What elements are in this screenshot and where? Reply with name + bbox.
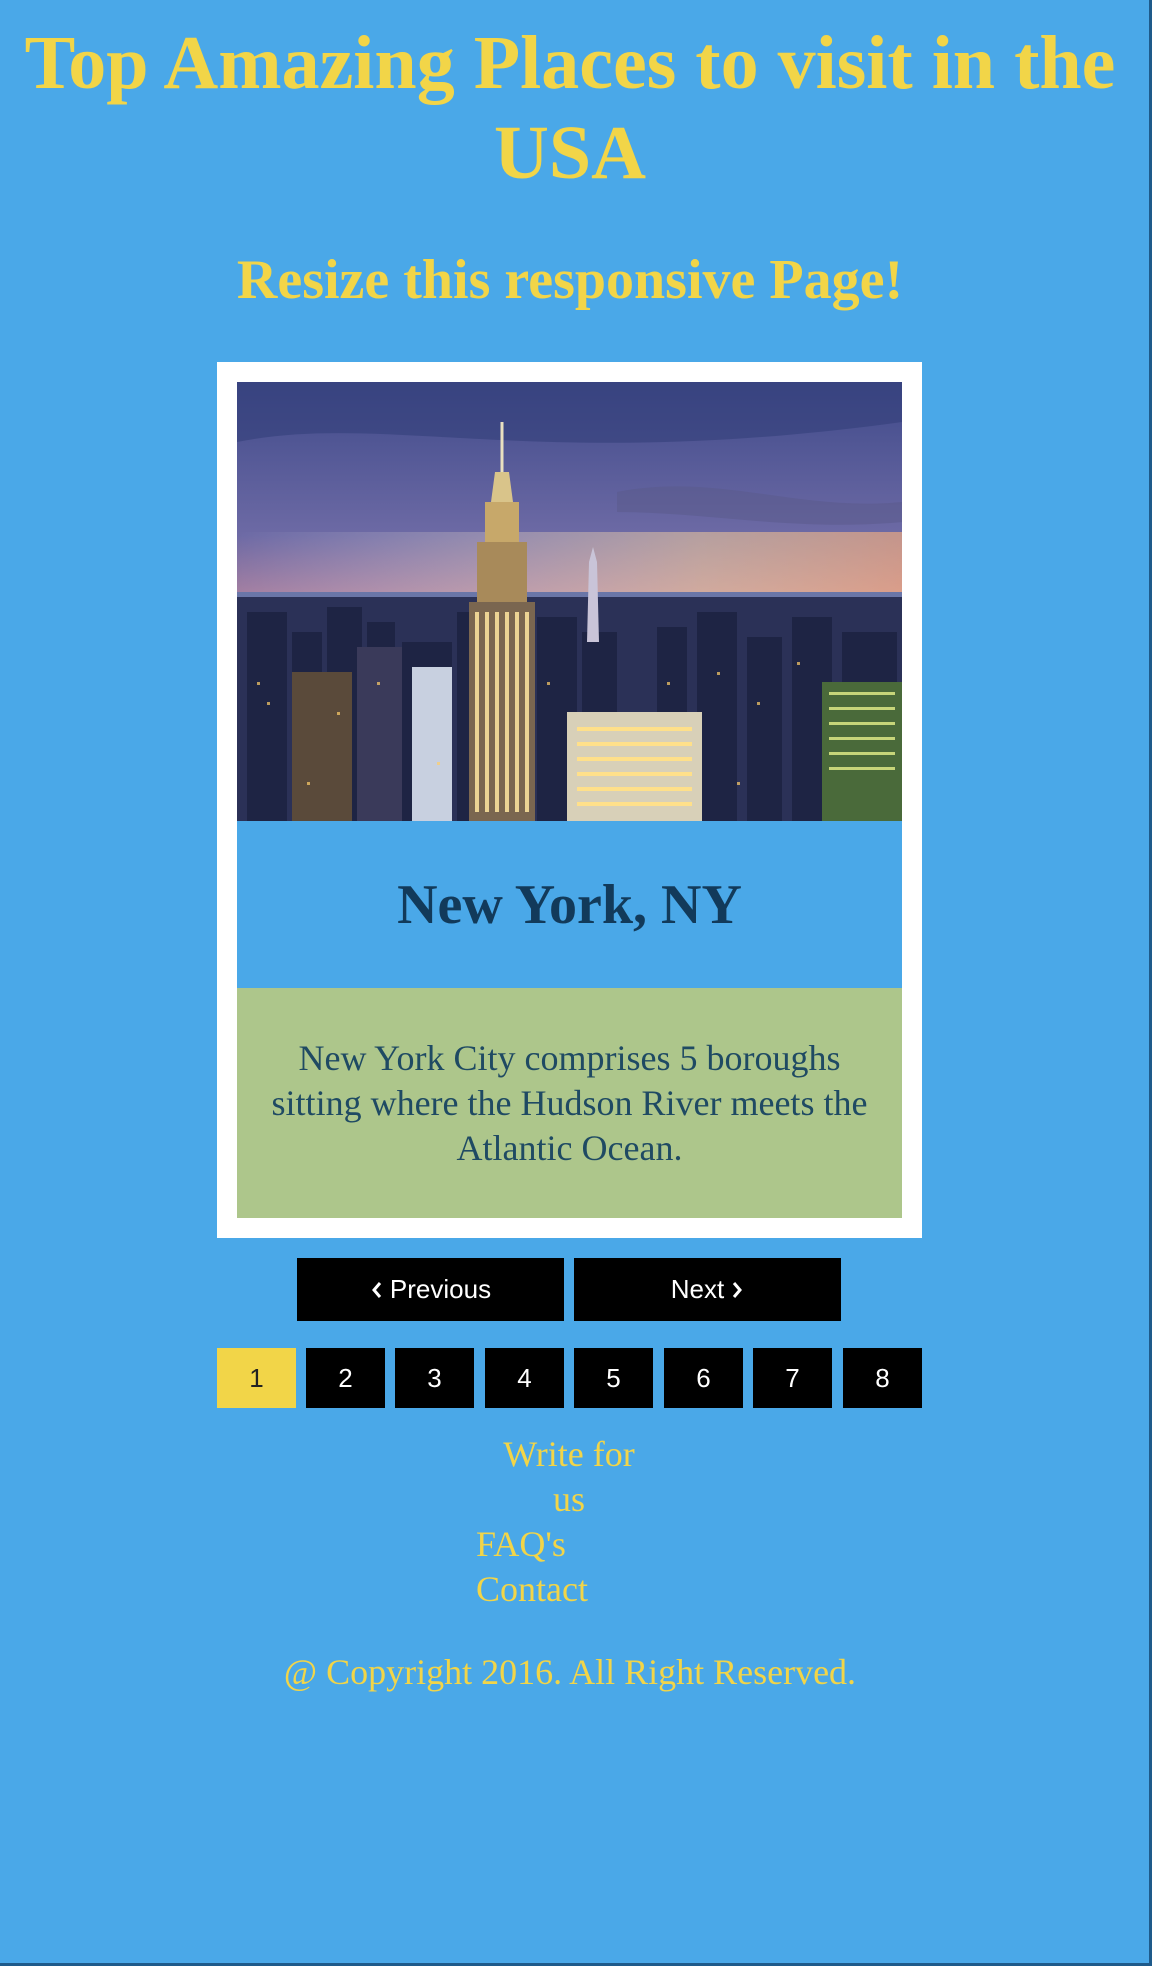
contact-link[interactable]: Contact xyxy=(476,1567,588,1612)
next-button[interactable]: Next xyxy=(574,1258,841,1321)
page-button-3[interactable]: 3 xyxy=(395,1348,474,1408)
write-for-us-link[interactable]: Write for us xyxy=(498,1432,640,1522)
next-label: Next xyxy=(670,1274,725,1304)
page-button-8[interactable]: 8 xyxy=(843,1348,922,1408)
chevron-right-icon xyxy=(733,1281,743,1298)
page-button-7[interactable]: 7 xyxy=(753,1348,832,1408)
page-button-5[interactable]: 5 xyxy=(574,1348,653,1408)
card-description-area: New York City comprises 5 boroughs sitti… xyxy=(237,988,902,1218)
pagination: 1 2 3 4 5 6 7 8 xyxy=(217,1348,922,1408)
place-card: New York, NY New York City comprises 5 b… xyxy=(217,362,922,1238)
new-york-skyline-image xyxy=(237,382,902,821)
page-title: Top Amazing Places to visit in the USA xyxy=(24,21,1116,195)
copyright-text: @ Copyright 2016. All Right Reserved. xyxy=(283,1652,857,1692)
chevron-left-icon xyxy=(371,1281,382,1298)
faq-link[interactable]: FAQ's xyxy=(476,1522,566,1567)
page-button-2[interactable]: 2 xyxy=(306,1348,385,1408)
previous-label: Previous xyxy=(389,1274,492,1304)
place-title: New York, NY xyxy=(397,873,742,936)
page-button-4[interactable]: 4 xyxy=(485,1348,564,1408)
card-heading-area: New York, NY xyxy=(237,821,902,988)
page-subtitle: Resize this responsive Page! xyxy=(236,249,904,311)
page-button-6[interactable]: 6 xyxy=(664,1348,743,1408)
previous-button[interactable]: Previous xyxy=(297,1258,564,1321)
place-description: New York City comprises 5 boroughs sitti… xyxy=(271,1038,868,1168)
place-image xyxy=(237,382,902,821)
page-button-1[interactable]: 1 xyxy=(217,1348,296,1408)
